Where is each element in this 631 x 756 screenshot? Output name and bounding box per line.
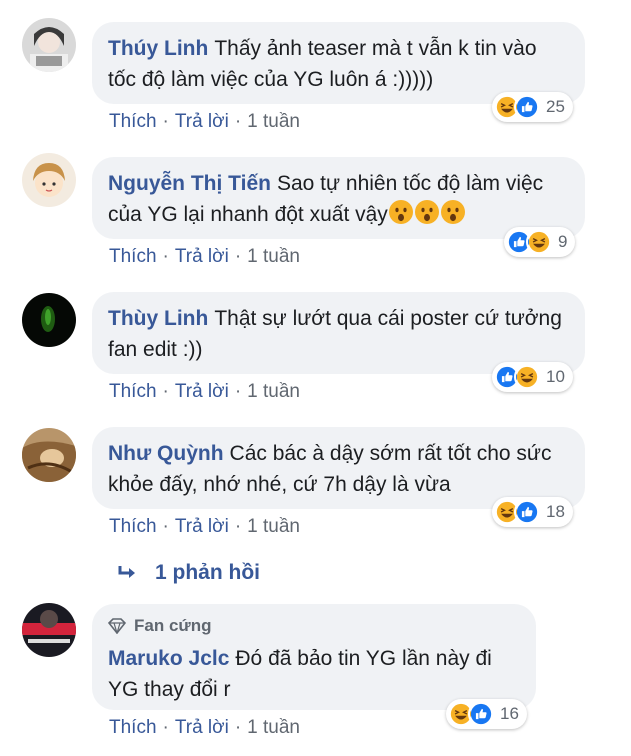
wow-emoji-icon — [388, 200, 413, 224]
reaction-summary[interactable]: 10 — [492, 362, 573, 392]
timestamp[interactable]: 1 tuần — [247, 516, 300, 538]
reaction-count: 9 — [558, 232, 568, 251]
avatar[interactable] — [22, 603, 76, 657]
separator: · — [162, 717, 169, 738]
comment-actions: Thích · Trả lời · 1 tuần — [109, 381, 300, 403]
comment-author[interactable]: Nguyễn Thị Tiến — [108, 172, 271, 195]
view-replies-label[interactable]: 1 phản hồi — [155, 561, 260, 585]
separator: · — [234, 717, 242, 738]
separator: · — [162, 516, 169, 537]
like-link[interactable]: Thích — [109, 246, 157, 268]
reaction-count: 25 — [546, 97, 565, 116]
separator: · — [234, 246, 242, 267]
like-link[interactable]: Thích — [109, 717, 157, 739]
separator: · — [234, 381, 242, 402]
like-icon — [514, 499, 540, 525]
avatar[interactable] — [22, 428, 76, 482]
reaction-summary[interactable]: 16 — [446, 699, 527, 729]
timestamp[interactable]: 1 tuần — [247, 381, 300, 403]
top-fan-label: Fan cứng — [134, 616, 212, 635]
like-link[interactable]: Thích — [109, 111, 157, 133]
reply-link[interactable]: Trả lời — [175, 381, 229, 403]
comment-actions: Thích · Trả lời · 1 tuần — [109, 246, 300, 268]
reaction-count: 16 — [500, 704, 519, 723]
reaction-summary[interactable]: 9 — [504, 227, 576, 257]
like-icon — [514, 94, 540, 120]
separator: · — [234, 516, 242, 537]
avatar[interactable] — [22, 18, 76, 72]
reply-arrow-icon — [118, 566, 135, 578]
timestamp[interactable]: 1 tuần — [247, 246, 300, 268]
reply-link[interactable]: Trả lời — [175, 246, 229, 268]
view-replies-link[interactable]: 1 phản hồi — [117, 561, 260, 585]
avatar[interactable] — [22, 153, 76, 207]
comment-actions: Thích · Trả lời · 1 tuần — [109, 717, 300, 739]
timestamp[interactable]: 1 tuần — [247, 111, 300, 133]
reaction-summary[interactable]: 18 — [492, 497, 573, 527]
wow-emoji-icon — [440, 200, 465, 224]
separator: · — [162, 246, 169, 267]
reply-link[interactable]: Trả lời — [175, 717, 229, 739]
reaction-count: 10 — [546, 367, 565, 386]
reply-link[interactable]: Trả lời — [175, 516, 229, 538]
wow-emoji-icon — [414, 200, 439, 224]
comment-author[interactable]: Maruko Jclc — [108, 647, 229, 670]
timestamp[interactable]: 1 tuần — [247, 717, 300, 739]
separator: · — [162, 111, 169, 132]
separator: · — [234, 111, 242, 132]
top-fan-badge[interactable]: Fan cứng — [108, 615, 520, 637]
diamond-icon — [108, 618, 126, 634]
reaction-count: 18 — [546, 502, 565, 521]
comment-bubble: Nguyễn Thị Tiến Sao tự nhiên tốc độ làm v… — [92, 157, 585, 239]
comment-bubble: Fan cứng Maruko Jclc Đó đã bảo tin YG lần… — [92, 604, 536, 710]
like-link[interactable]: Thích — [109, 381, 157, 403]
comment-author[interactable]: Thúy Linh — [108, 37, 208, 60]
comment-author[interactable]: Thùy Linh — [108, 307, 208, 330]
reply-link[interactable]: Trả lời — [175, 111, 229, 133]
haha-icon — [514, 364, 540, 390]
avatar[interactable] — [22, 293, 76, 347]
like-icon — [468, 701, 494, 727]
haha-icon — [526, 229, 552, 255]
comment-actions: Thích · Trả lời · 1 tuần — [109, 111, 300, 133]
like-link[interactable]: Thích — [109, 516, 157, 538]
separator: · — [162, 381, 169, 402]
comment-author[interactable]: Như Quỳnh — [108, 442, 224, 465]
comment-actions: Thích · Trả lời · 1 tuần — [109, 516, 300, 538]
reaction-summary[interactable]: 25 — [492, 92, 573, 122]
